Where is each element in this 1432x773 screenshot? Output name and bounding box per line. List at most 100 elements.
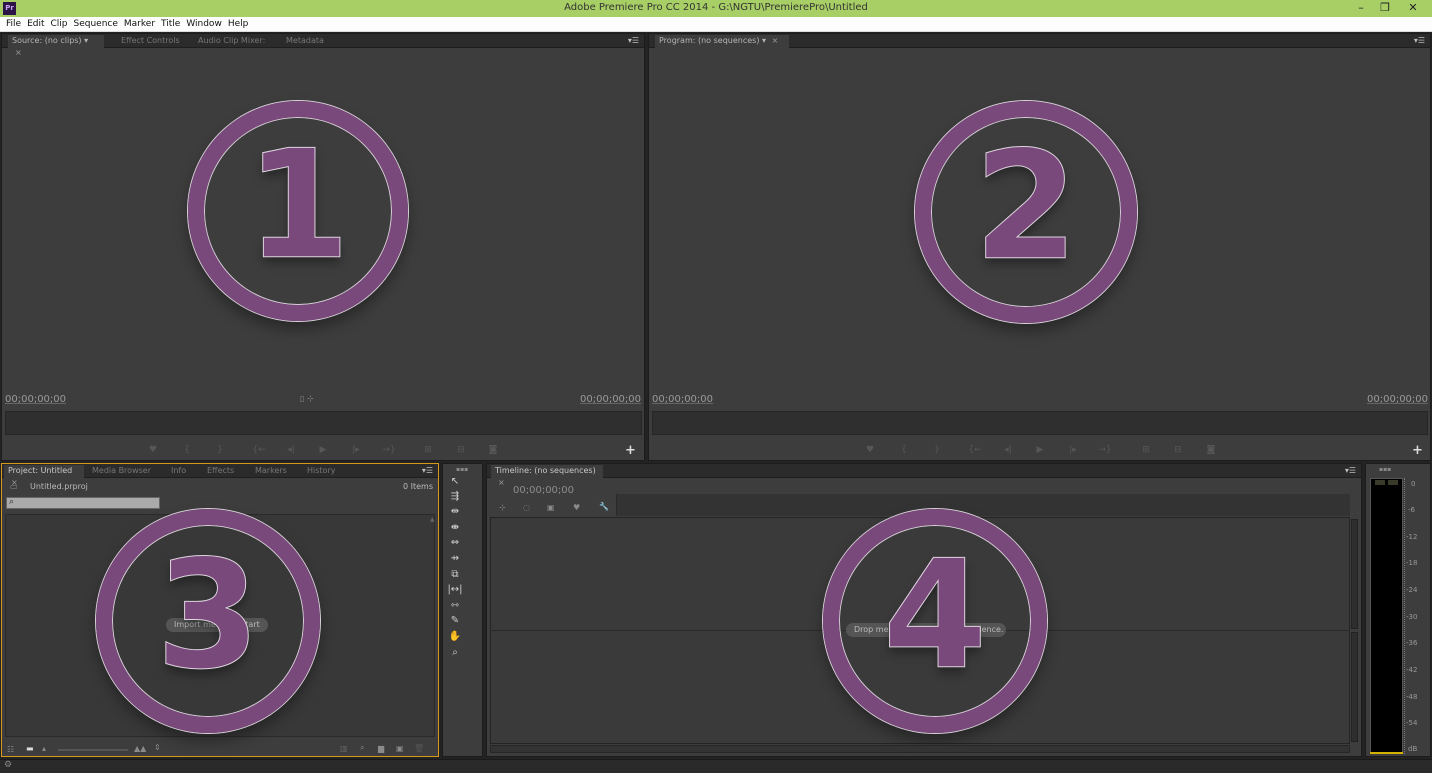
go-to-in-icon[interactable]: {← xyxy=(248,443,270,457)
menu-edit[interactable]: Edit xyxy=(21,17,44,31)
timeline-zoom-scrollbar[interactable] xyxy=(490,745,1350,753)
tab-markers[interactable]: Markers xyxy=(251,465,291,478)
mark-out-icon[interactable]: } xyxy=(209,443,231,457)
menu-clip[interactable]: Clip xyxy=(45,17,68,31)
close-tab-icon[interactable]: × xyxy=(15,48,22,57)
play-icon[interactable]: ▶ xyxy=(312,443,334,457)
zoom-out-icon[interactable]: ▴ xyxy=(42,744,46,753)
tab-info[interactable]: Info xyxy=(167,465,190,478)
tab-metadata[interactable]: Metadata xyxy=(282,35,328,48)
track-select-tool-icon[interactable]: ⇶ xyxy=(447,490,463,504)
chevron-down-icon[interactable]: ▾ xyxy=(84,36,88,45)
razor-tool-icon[interactable]: ⇸ xyxy=(447,552,463,566)
snap-icon[interactable]: ⊹ xyxy=(499,503,506,512)
program-timecode-in[interactable]: 00;00;00;00 xyxy=(652,394,713,405)
sort-icon[interactable]: ⇕ xyxy=(154,743,161,752)
button-editor-icon[interactable]: + xyxy=(625,443,636,458)
add-marker-icon[interactable]: ▣ xyxy=(547,503,555,512)
tab-audio-clip-mixer[interactable]: Audio Clip Mixer: xyxy=(194,35,269,48)
lift-icon[interactable]: ⊞ xyxy=(1135,443,1157,457)
marker-icon[interactable]: ♥ xyxy=(573,503,580,512)
button-editor-icon[interactable]: + xyxy=(1412,443,1423,458)
tab-project[interactable]: Project: Untitled × xyxy=(4,465,84,487)
insert-icon[interactable]: ⊞ xyxy=(417,443,439,457)
zoom-in-icon[interactable]: ▲▲ xyxy=(134,744,146,753)
tab-program[interactable]: Program: (no sequences) ▾ × xyxy=(655,35,789,48)
slip-tool-icon[interactable]: ⧉ xyxy=(447,568,463,582)
zoom-slider[interactable] xyxy=(58,749,128,751)
mark-in-icon[interactable]: { xyxy=(176,443,198,457)
source-timecode-in[interactable]: 00;00;00;00 xyxy=(5,394,66,405)
hand-tool-icon[interactable]: ✋ xyxy=(447,630,463,644)
timeline-timecode[interactable]: 00;00;00;00 xyxy=(513,485,574,496)
tab-timeline[interactable]: Timeline: (no sequences) × xyxy=(491,465,603,487)
zoom-tool-icon[interactable]: ⌕ xyxy=(447,646,463,660)
chevron-down-icon[interactable]: ▾ xyxy=(762,36,766,45)
icon-view-icon[interactable]: ▬ xyxy=(26,744,34,753)
step-back-icon[interactable]: ◂| xyxy=(280,443,302,457)
audio-scrollbar[interactable] xyxy=(1351,632,1358,742)
ripple-edit-tool-icon[interactable]: ⇹ xyxy=(447,505,463,519)
restore-button[interactable]: ❐ xyxy=(1374,0,1396,17)
go-to-out-icon[interactable]: →} xyxy=(378,443,400,457)
mark-in-icon[interactable]: { xyxy=(893,443,915,457)
wrench-icon[interactable]: 🔧 xyxy=(599,502,609,511)
mark-out-icon[interactable]: } xyxy=(926,443,948,457)
program-scrub-bar[interactable] xyxy=(652,411,1428,435)
status-icon[interactable]: ⚙ xyxy=(4,760,12,770)
project-panel: Project: Untitled × Media Browser Info E… xyxy=(1,463,439,757)
panel-menu-icon[interactable]: ▾☰ xyxy=(1345,466,1356,475)
close-tab-icon[interactable]: × xyxy=(498,478,505,487)
selection-tool-icon[interactable]: ↖ xyxy=(447,475,463,489)
frame-icon[interactable]: ▯ ⊹ xyxy=(300,394,314,403)
pen-icon[interactable]: ✎ xyxy=(447,614,463,628)
find-icon[interactable]: ⌕ xyxy=(360,743,364,753)
panel-menu-icon[interactable]: ▾☰ xyxy=(422,466,433,475)
timeline-ruler[interactable] xyxy=(616,494,1350,516)
add-marker-icon[interactable]: ♥ xyxy=(142,443,164,457)
source-scrub-bar[interactable] xyxy=(5,411,642,435)
play-icon[interactable]: ▶ xyxy=(1029,443,1051,457)
menu-file[interactable]: File xyxy=(0,17,21,31)
new-item-icon[interactable]: ▣ xyxy=(396,744,404,753)
minimize-button[interactable]: – xyxy=(1350,0,1372,17)
list-view-icon[interactable]: ☷ xyxy=(7,745,14,754)
step-back-icon[interactable]: ◂| xyxy=(997,443,1019,457)
new-bin-icon[interactable]: ▆ xyxy=(378,744,384,753)
grip-icon[interactable]: ▪▪▪ xyxy=(456,466,468,473)
step-forward-icon[interactable]: |▸ xyxy=(1062,443,1084,457)
export-frame-icon[interactable]: ◙ xyxy=(1200,443,1222,457)
grip-icon[interactable]: ▪▪▪ xyxy=(1379,466,1391,473)
tab-history[interactable]: History xyxy=(303,465,339,478)
tab-media-browser[interactable]: Media Browser xyxy=(88,465,155,478)
export-frame-icon[interactable]: ◙ xyxy=(482,443,504,457)
step-forward-icon[interactable]: |▸ xyxy=(345,443,367,457)
tab-effect-controls[interactable]: Effect Controls xyxy=(117,35,184,48)
extract-icon[interactable]: ⊟ xyxy=(1167,443,1189,457)
close-tab-icon[interactable]: × xyxy=(772,36,779,45)
trash-icon[interactable]: 🗑 xyxy=(414,744,424,753)
scrollbar[interactable]: ▲ xyxy=(430,516,436,736)
automate-icon[interactable]: ▥ xyxy=(340,744,348,753)
close-button[interactable]: ✕ xyxy=(1398,0,1428,17)
slide-tool-icon[interactable]: |↔| xyxy=(447,583,463,597)
rolling-edit-tool-icon[interactable]: ⇼ xyxy=(447,521,463,535)
tab-effects[interactable]: Effects xyxy=(203,465,238,478)
video-scrollbar[interactable] xyxy=(1351,519,1358,629)
linked-selection-icon[interactable]: ◌ xyxy=(523,503,530,512)
panel-menu-icon[interactable]: ▾☰ xyxy=(628,36,639,45)
menu-title[interactable]: Title xyxy=(155,17,180,31)
menu-window[interactable]: Window xyxy=(180,17,222,31)
pen-tool-icon[interactable]: ⇿ xyxy=(447,599,463,613)
go-to-in-icon[interactable]: {← xyxy=(964,443,986,457)
tab-source[interactable]: Source: (no clips) ▾ × xyxy=(8,35,104,57)
menu-sequence[interactable]: Sequence xyxy=(68,17,118,31)
overwrite-icon[interactable]: ⊟ xyxy=(450,443,472,457)
menu-marker[interactable]: Marker xyxy=(118,17,155,31)
search-input[interactable]: ⌕ xyxy=(6,497,160,509)
go-to-out-icon[interactable]: →} xyxy=(1094,443,1116,457)
panel-menu-icon[interactable]: ▾☰ xyxy=(1414,36,1425,45)
rate-stretch-tool-icon[interactable]: ⇔ xyxy=(447,536,463,550)
add-marker-icon[interactable]: ♥ xyxy=(859,443,881,457)
menu-help[interactable]: Help xyxy=(222,17,249,31)
